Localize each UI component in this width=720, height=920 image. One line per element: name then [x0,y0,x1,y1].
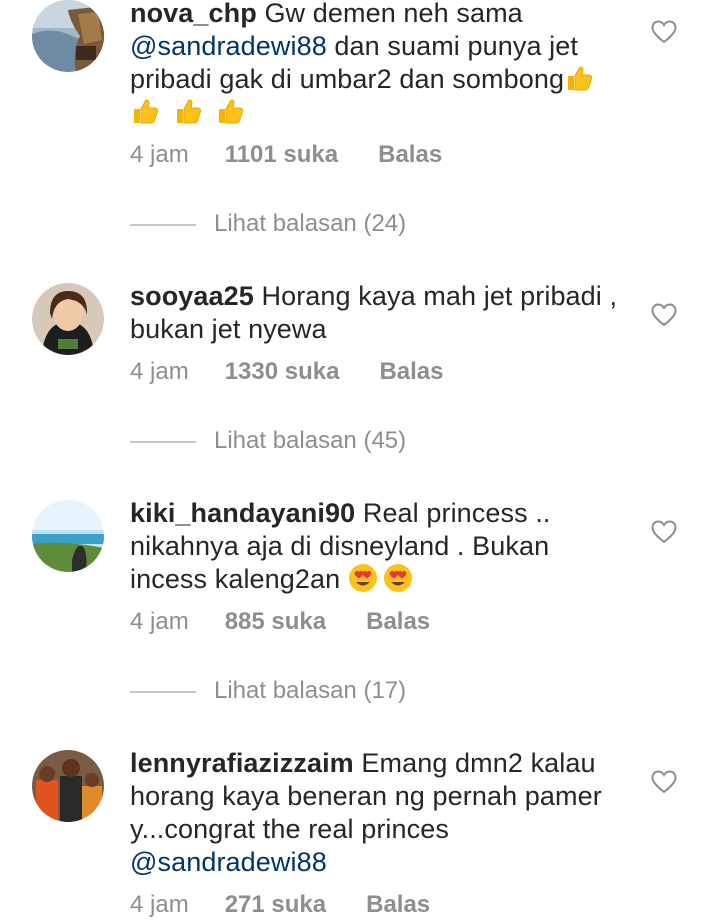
like-count[interactable]: 1330 suka [225,358,340,385]
avatar[interactable] [32,750,104,822]
reply-button[interactable]: Balas [366,891,430,918]
heart-eyes-icon [348,563,378,593]
comment-body: Gw demen neh sama [264,0,523,28]
comment-text: nova_chp Gw demen neh sama @sandradewi88… [130,0,630,129]
like-count[interactable]: 885 suka [225,608,326,635]
divider [130,440,196,443]
avatar[interactable] [32,500,104,572]
comment-username[interactable]: kiki_handayani90 [130,498,355,528]
comment-text: sooyaa25 Horang kaya mah jet pribadi , b… [130,280,630,346]
view-replies-button[interactable]: Lihat balasan (24) [130,209,406,239]
comment-time: 4 jam [130,891,189,918]
comment-meta: 4 jam 1330 suka Balas [130,357,444,387]
thumbs-up-icon [173,96,203,126]
comment-text: lennyrafiazizzaim Emang dmn2 kalau horan… [130,747,630,879]
view-replies-button[interactable]: Lihat balasan (17) [130,676,406,706]
comment-time: 4 jam [130,358,189,385]
comment-time: 4 jam [130,608,189,635]
heart-outline-icon[interactable] [651,20,677,44]
thumbs-up-icon [215,96,245,126]
like-count[interactable]: 1101 suka [225,141,338,168]
heart-outline-icon[interactable] [651,303,677,327]
thumbs-up-icon [130,96,160,126]
like-count[interactable]: 271 suka [225,891,326,918]
view-replies-label: Lihat balasan (24) [214,210,407,237]
reply-button[interactable]: Balas [379,358,443,385]
view-replies-label: Lihat balasan (45) [214,427,407,454]
comment-text: kiki_handayani90 Real princess .. nikahn… [130,497,630,596]
heart-eyes-icon [383,563,413,593]
comment-meta: 4 jam 885 suka Balas [130,607,430,637]
avatar[interactable] [32,0,104,72]
avatar[interactable] [32,283,104,355]
reply-button[interactable]: Balas [366,608,430,635]
comment-username[interactable]: sooyaa25 [130,281,254,311]
mention-link[interactable]: @sandradewi88 [130,31,327,61]
thumbs-up-icon [564,63,594,93]
heart-outline-icon[interactable] [651,770,677,794]
comment-username[interactable]: nova_chp [130,0,257,28]
reply-button[interactable]: Balas [378,141,442,168]
comment-username[interactable]: lennyrafiazizzaim [130,748,354,778]
divider [130,223,196,226]
view-replies-button[interactable]: Lihat balasan (45) [130,426,406,456]
mention-link[interactable]: @sandradewi88 [130,847,327,877]
divider [130,690,196,693]
heart-outline-icon[interactable] [651,520,677,544]
comment-meta: 4 jam 271 suka Balas [130,890,430,920]
comment-time: 4 jam [130,141,189,168]
comment-meta: 4 jam 1101 suka Balas [130,140,442,170]
view-replies-label: Lihat balasan (17) [214,677,407,704]
